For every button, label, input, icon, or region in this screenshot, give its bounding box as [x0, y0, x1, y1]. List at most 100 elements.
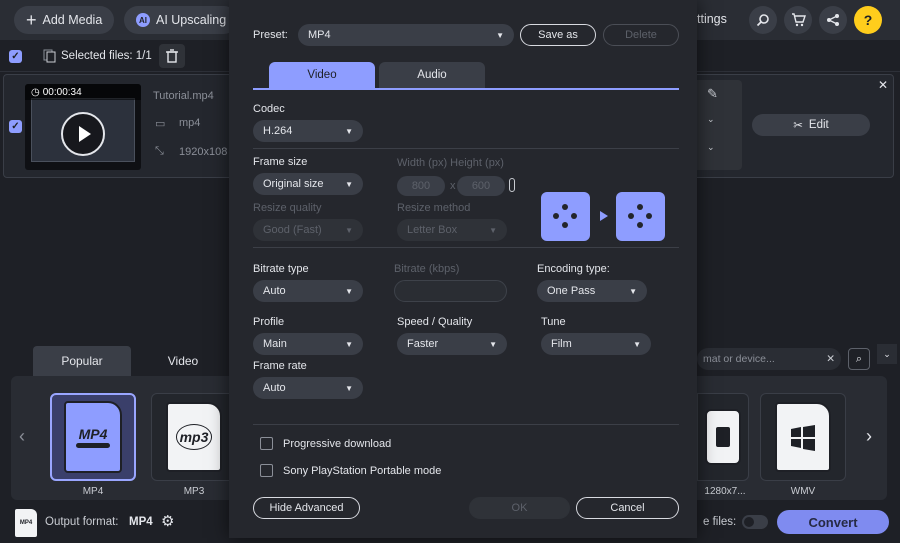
add-media-button[interactable]: + Add Media	[14, 6, 115, 34]
codec-dropdown[interactable]: H.264 ▼	[253, 120, 363, 142]
mp4-icon-bar	[76, 443, 110, 448]
format-card-wmv[interactable]	[760, 393, 846, 481]
file-options-panel: ✎ ⌄ ⌄	[697, 80, 742, 170]
cancel-button[interactable]: Cancel	[576, 497, 679, 519]
divider	[253, 247, 679, 248]
hide-advanced-button[interactable]: Hide Advanced	[253, 497, 360, 519]
clear-icon[interactable]: ✕	[826, 353, 835, 365]
toggle-knob	[744, 517, 754, 527]
ai-upscaling-button[interactable]: AI AI Upscaling	[124, 6, 239, 34]
format-search-input[interactable]: mat or device... ✕	[697, 348, 841, 370]
height-input[interactable]: 600	[457, 176, 505, 196]
ok-button[interactable]: OK	[469, 497, 570, 519]
progressive-download-checkbox[interactable]	[260, 437, 273, 450]
pencil-icon[interactable]: ✎	[707, 86, 718, 102]
frame-size-dropdown[interactable]: Original size ▼	[253, 173, 363, 195]
codec-label: Codec	[253, 103, 285, 115]
delete-preset-button[interactable]: Delete	[603, 24, 679, 46]
help-button[interactable]: ?	[854, 6, 882, 34]
question-icon: ?	[863, 12, 873, 28]
ai-upscaling-label: AI Upscaling	[156, 13, 227, 27]
search-button[interactable]	[749, 6, 777, 34]
width-input[interactable]: 800	[397, 176, 445, 196]
tab-video[interactable]: Video	[134, 346, 232, 376]
divider	[253, 424, 679, 425]
format-card-mp3-label: MP3	[183, 486, 205, 497]
select-all-checkbox[interactable]: ✓	[9, 50, 22, 63]
width-height-label: Width (px) Height (px)	[397, 157, 504, 169]
resize-quality-value: Good (Fast)	[263, 224, 322, 236]
arrow-right-icon	[600, 211, 608, 221]
film-icon: ▭	[155, 118, 166, 130]
bitrate-input[interactable]	[394, 280, 507, 302]
bitrate-type-dropdown[interactable]: Auto ▼	[253, 280, 363, 302]
progressive-download-label: Progressive download	[283, 438, 392, 450]
output-format-value: MP4	[129, 516, 153, 528]
encoding-type-label: Encoding type:	[537, 263, 610, 275]
psp-mode-checkbox[interactable]	[260, 464, 273, 477]
chevron-down-icon[interactable]: ⌄	[707, 114, 715, 125]
profile-value: Main	[263, 338, 287, 350]
chevron-down-icon[interactable]: ⌄	[707, 142, 715, 153]
collapse-panel-button[interactable]: ⌄	[877, 344, 897, 364]
merge-files-toggle[interactable]	[742, 515, 768, 529]
tab-video-label: Video	[167, 354, 199, 368]
output-format-label: Output format:	[45, 516, 119, 528]
play-button[interactable]	[61, 112, 105, 156]
speed-quality-dropdown[interactable]: Faster ▼	[397, 333, 507, 355]
ok-label: OK	[511, 502, 528, 514]
chevron-down-icon: ▼	[633, 339, 641, 349]
selected-files-label: Selected files: 1/1	[61, 50, 152, 62]
size-separator: x	[450, 180, 456, 192]
format-card-device[interactable]	[697, 393, 749, 481]
speed-quality-value: Faster	[407, 338, 439, 350]
resize-quality-dropdown[interactable]: Good (Fast) ▼	[253, 219, 363, 241]
preset-dropdown[interactable]: MP4 ▼	[298, 24, 514, 46]
convert-button[interactable]: Convert	[777, 510, 889, 534]
search-icon	[756, 14, 769, 27]
tune-label: Tune	[541, 316, 566, 328]
hide-advanced-label: Hide Advanced	[269, 502, 344, 514]
format-card-mp4[interactable]: MP4	[50, 393, 136, 481]
scissors-icon: ✂	[793, 120, 803, 132]
chevron-left-icon[interactable]: ‹	[19, 426, 25, 447]
mp4-icon: MP4	[64, 401, 122, 473]
settings-button[interactable]: ttings	[697, 12, 727, 26]
encoding-type-dropdown[interactable]: One Pass ▼	[537, 280, 647, 302]
tab-audio-settings[interactable]: Audio	[379, 62, 485, 88]
codec-value: H.264	[263, 125, 293, 137]
profile-dropdown[interactable]: Main ▼	[253, 333, 363, 355]
settings-label: ttings	[697, 12, 727, 26]
tab-video-settings[interactable]: Video	[269, 62, 375, 88]
file-checkbox[interactable]: ✓	[9, 120, 22, 133]
format-card-device-label: 1280x7...	[704, 486, 746, 497]
save-as-button[interactable]: Save as	[520, 24, 596, 46]
share-icon	[827, 14, 839, 26]
chevron-right-icon[interactable]: ›	[866, 426, 872, 447]
tab-popular[interactable]: Popular	[33, 346, 131, 376]
edit-button[interactable]: ✂ Edit	[752, 114, 870, 136]
format-card-mp3[interactable]: mp3	[151, 393, 237, 481]
remove-file-icon[interactable]: ✕	[878, 78, 888, 92]
file-name: Tutorial.mp4	[153, 90, 214, 102]
share-button[interactable]	[819, 6, 847, 34]
clock-icon: ◷	[31, 87, 40, 98]
tune-dropdown[interactable]: Film ▼	[541, 333, 651, 355]
profile-label: Profile	[253, 316, 285, 328]
height-value: 600	[471, 180, 491, 192]
device-search-button[interactable]: ⌕	[848, 348, 870, 370]
chevron-down-icon: ▼	[496, 30, 504, 40]
files-icon	[43, 49, 57, 66]
resize-quality-label: Resize quality	[253, 202, 322, 214]
device-search-icon: ⌕	[855, 352, 863, 365]
output-settings-gear-icon[interactable]: ⚙	[161, 512, 174, 530]
link-icon[interactable]	[509, 178, 515, 192]
delete-files-button[interactable]	[159, 44, 185, 68]
mp3-icon: mp3	[166, 402, 222, 472]
resize-method-dropdown[interactable]: Letter Box ▼	[397, 219, 507, 241]
cart-button[interactable]	[784, 6, 812, 34]
edit-label: Edit	[808, 119, 829, 131]
chevron-down-icon: ▼	[489, 225, 497, 235]
frame-rate-dropdown[interactable]: Auto ▼	[253, 377, 363, 399]
chevron-down-icon: ▼	[345, 383, 353, 393]
